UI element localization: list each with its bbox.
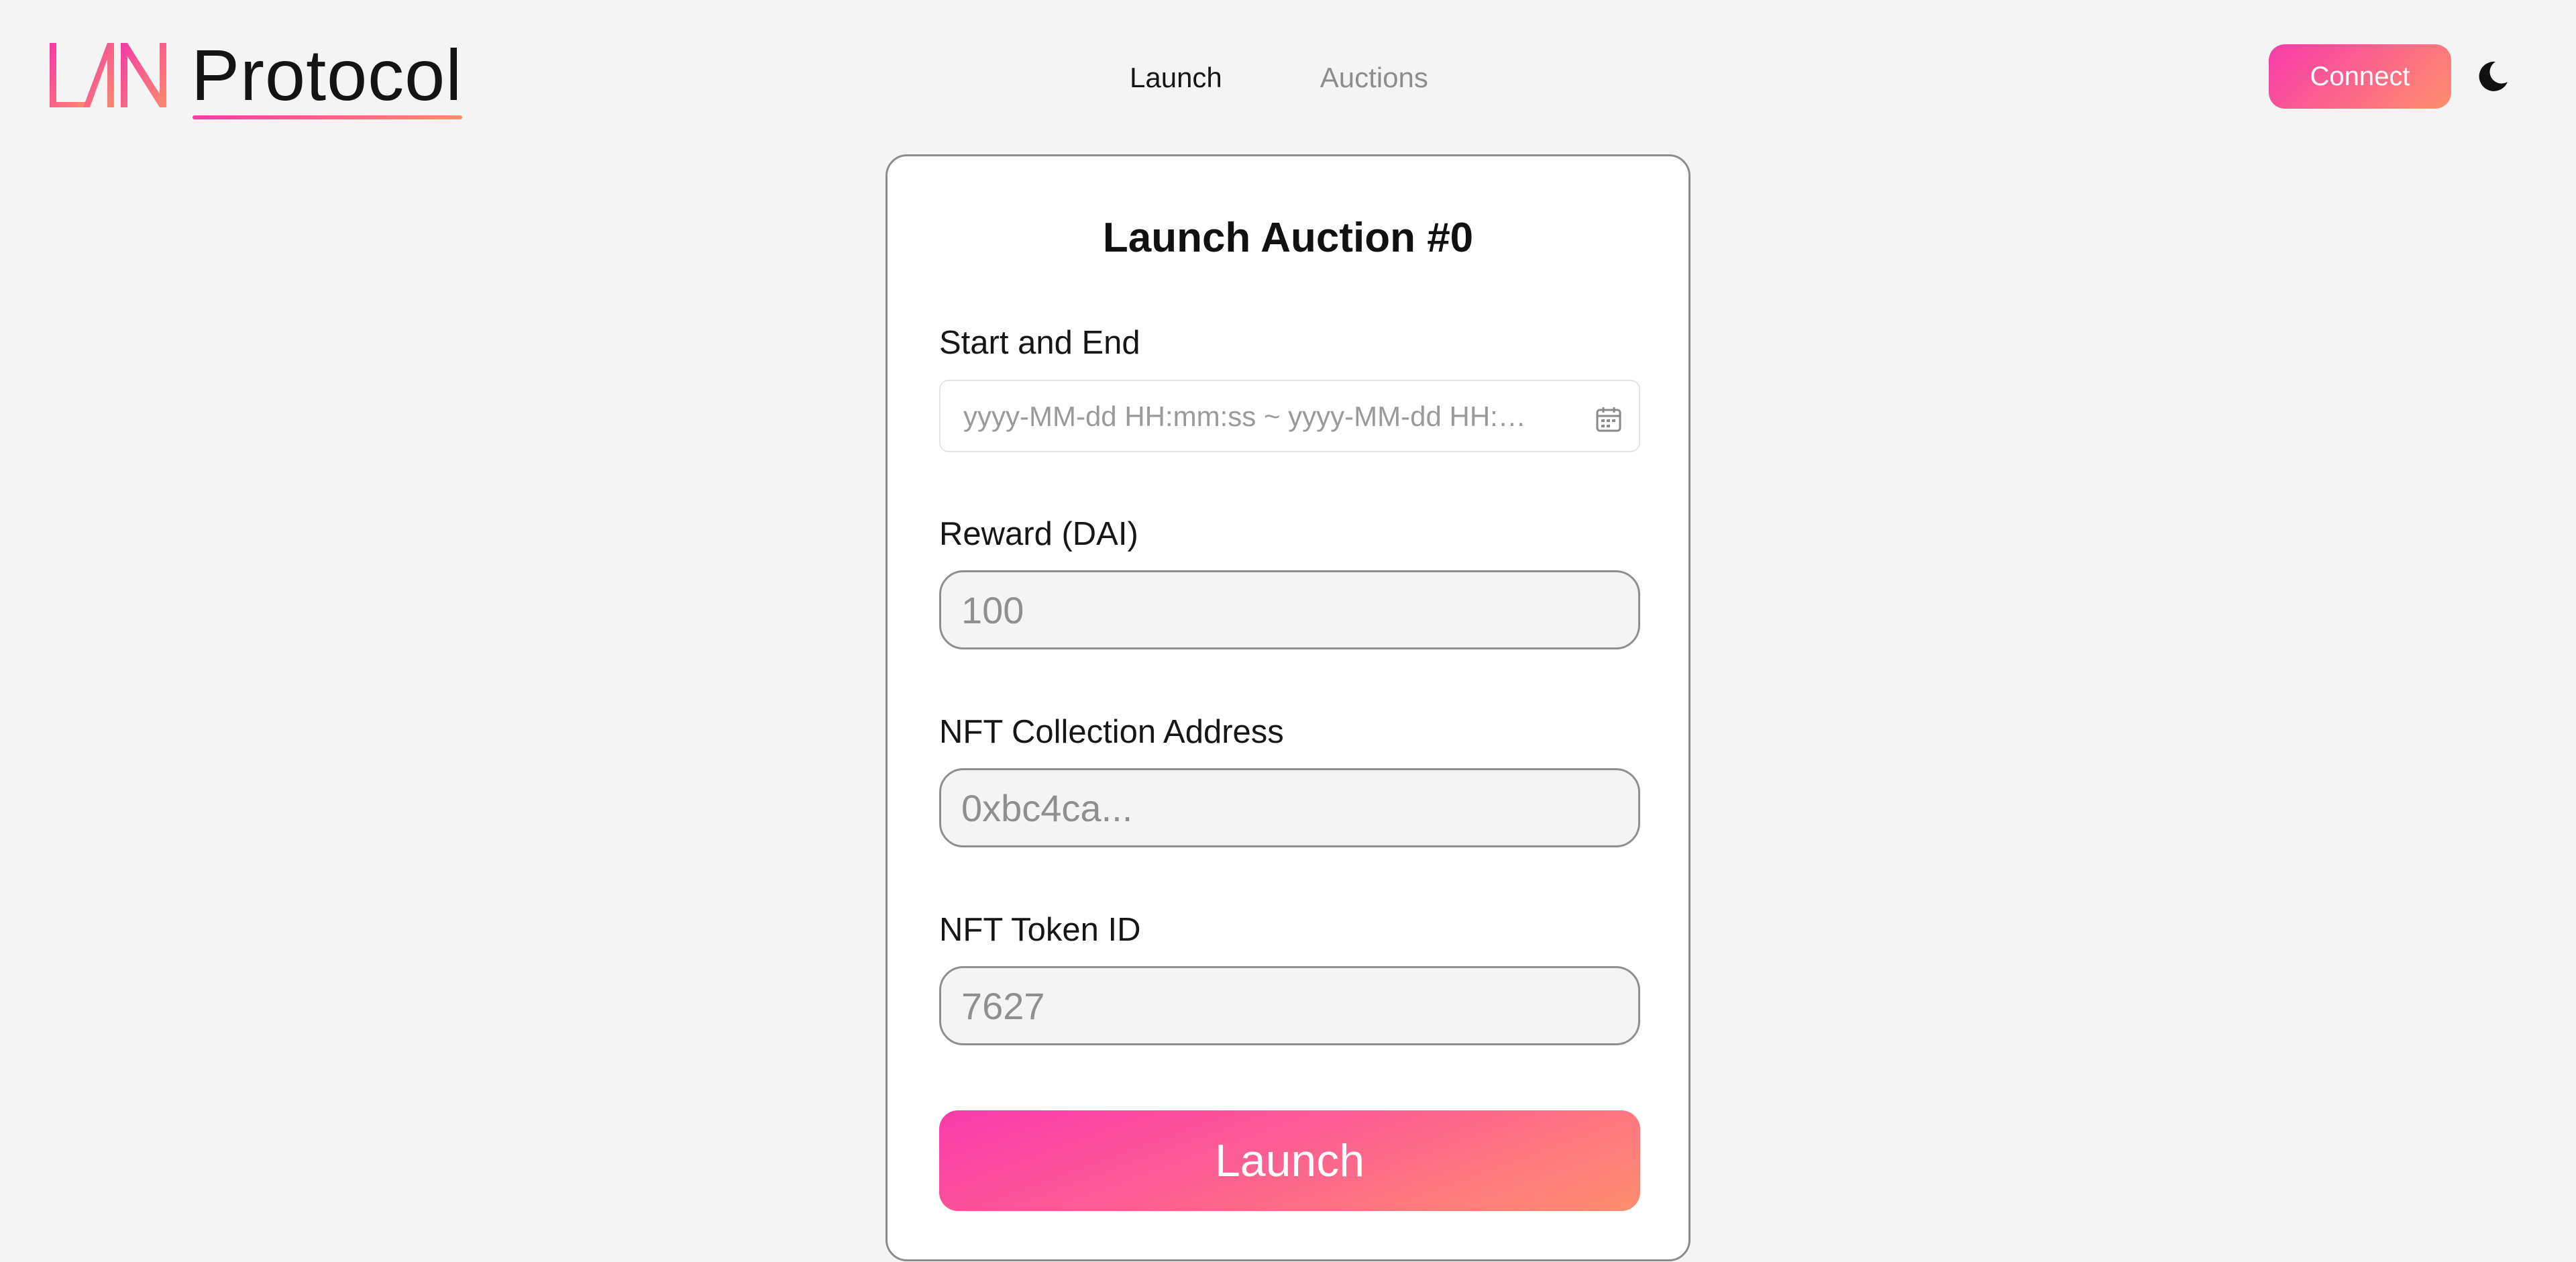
connect-button[interactable]: Connect xyxy=(2269,44,2451,109)
date-range-placeholder: yyyy-MM-dd HH:mm:ss ~ yyyy-MM-dd HH:mm:s… xyxy=(963,401,1547,432)
launch-button[interactable]: Launch xyxy=(939,1110,1640,1211)
calendar-icon[interactable] xyxy=(1595,405,1623,433)
brand-name: Protocol xyxy=(191,39,463,119)
nav-auctions[interactable]: Auctions xyxy=(1320,59,1428,97)
moon-icon[interactable] xyxy=(2475,59,2510,94)
brand-underline xyxy=(193,115,463,119)
brand-name-text: Protocol xyxy=(191,34,463,115)
lan-logo-icon xyxy=(50,43,166,107)
nft-token-id-input[interactable] xyxy=(939,966,1640,1045)
nft-token-id-label: NFT Token ID xyxy=(939,912,1141,948)
brand-logo[interactable]: Protocol xyxy=(47,39,463,119)
nft-collection-address-input[interactable] xyxy=(939,768,1640,847)
app-header: Protocol Launch Auctions Connect xyxy=(0,0,2576,156)
form-title: Launch Auction #0 xyxy=(1102,215,1474,261)
date-range-picker[interactable]: yyyy-MM-dd HH:mm:ss ~ yyyy-MM-dd HH:mm:s… xyxy=(939,380,1640,452)
launch-auction-card: Launch Auction #0 Start and End yyyy-MM-… xyxy=(885,154,1690,1261)
main-nav: Launch Auctions xyxy=(1130,59,1428,97)
start-end-label: Start and End xyxy=(939,325,1140,361)
nft-collection-label: NFT Collection Address xyxy=(939,714,1284,750)
nav-launch[interactable]: Launch xyxy=(1130,59,1222,97)
reward-input[interactable] xyxy=(939,570,1640,649)
reward-label: Reward (DAI) xyxy=(939,516,1138,552)
